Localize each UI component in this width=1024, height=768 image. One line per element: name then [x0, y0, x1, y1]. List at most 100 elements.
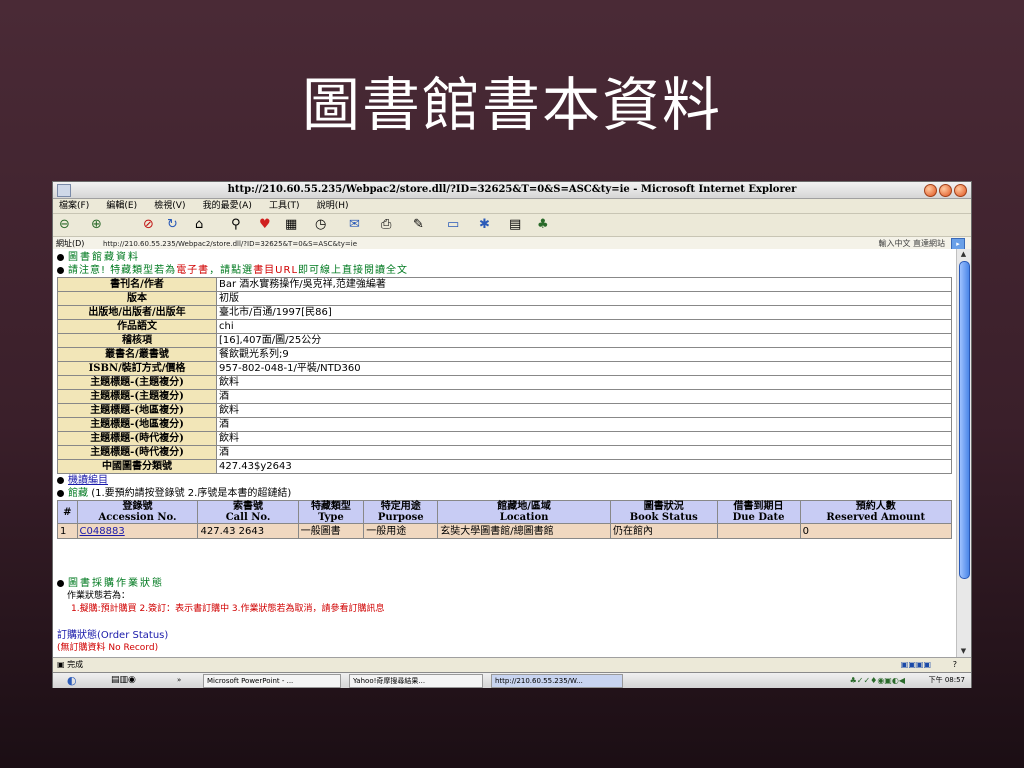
mail-icon[interactable]: ✉ [349, 218, 360, 232]
machine-catalog-link[interactable]: 機讀編目 [68, 475, 108, 486]
menu-help[interactable]: 說明(H) [317, 201, 349, 211]
record-label: ISBN/裝訂方式/價格 [57, 361, 217, 376]
status-bar: ▣ 完成 ▣▣▣▣ ? [53, 657, 971, 672]
record-value: 飲料 [216, 403, 952, 418]
table-row: 主題標題-(地區複分) 飲料 [57, 403, 952, 418]
vertical-scrollbar[interactable]: ▲ ▼ [956, 249, 971, 657]
record-value: 957-802-048-1/平裝/NTD360 [216, 361, 952, 376]
holdings-header-cell: 索書號 Call No. [197, 500, 299, 524]
record-value: 飲料 [216, 375, 952, 390]
clock: 下午 08:57 [928, 676, 965, 684]
table-row: 作品語文 chi [57, 319, 952, 334]
holdings-header-cell: 預約人數 Reserved Amount [799, 500, 953, 524]
page-icon: ▣ [57, 660, 65, 669]
record-value: 臺北市/百通/1997[民86] [216, 305, 952, 320]
favorites-icon[interactable]: ♥ [259, 218, 271, 232]
task-ie[interactable]: http://210.60.55.235/W... [491, 674, 623, 688]
help-icon[interactable]: ? [953, 658, 957, 672]
record-value: [16],407面/圖/25公分 [216, 333, 952, 348]
holdings-header-cell: 館藏地/區域 Location [437, 500, 611, 524]
record-label: 主題標題-(主題複分) [57, 375, 217, 390]
research-icon[interactable]: ▤ [509, 218, 521, 232]
cell-purpose: 一般用途 [363, 523, 439, 539]
print-icon[interactable]: ⎙ [381, 218, 391, 232]
search-icon[interactable]: ⚲ [231, 218, 241, 232]
accession-link[interactable]: C048883 [80, 526, 125, 537]
holdings-header-cell: 特藏類型 Type [297, 500, 365, 524]
bullet-icon [57, 579, 64, 587]
bullet-icon [57, 266, 64, 274]
table-row: 主題標題-(時代複分) 飲料 [57, 431, 952, 446]
cell-type: 一般圖書 [297, 523, 365, 539]
stop-icon[interactable]: ⊘ [143, 218, 154, 232]
order-section: 訂購狀態(Order Status) (無訂購資料 No Record) [57, 629, 168, 655]
media-icon[interactable]: ▦ [285, 218, 297, 232]
ime-status-icon[interactable]: ▣▣▣▣ [901, 658, 931, 672]
tray-icon[interactable]: ♣✓✓♦◉▣◐◀ [850, 673, 905, 688]
close-icon[interactable] [954, 184, 967, 197]
heading: 圖書館藏資料 [53, 251, 957, 264]
table-row: 出版地/出版者/出版年 臺北市/百通/1997[民86] [57, 305, 952, 320]
table-row: 主題標題-(時代複分) 酒 [57, 445, 952, 460]
edit-icon[interactable]: ✎ [413, 218, 424, 232]
bullet-icon [57, 489, 64, 497]
cell-due [716, 523, 801, 539]
menu-tools[interactable]: 工具(T) [269, 201, 300, 211]
page-content: 圖書館藏資料 請注意! 特藏類型若為電子書，請點選書目URL即可線上直接閱讀全文… [53, 249, 957, 657]
maximize-icon[interactable] [939, 184, 952, 197]
back-icon[interactable]: ⊖ [59, 218, 70, 232]
purchase-intro: 作業狀態若為： [67, 591, 131, 601]
window-titlebar: http://210.60.55.235/Webpac2/store.dll/?… [53, 182, 971, 199]
menu-favorites[interactable]: 我的最愛(A) [203, 201, 252, 211]
task-yahoo[interactable]: Yahoo!奇摩搜尋結果... [349, 674, 483, 688]
record-value: 427.43$y2643 [216, 459, 952, 474]
scroll-up-icon[interactable]: ▲ [959, 250, 968, 259]
minimize-icon[interactable] [924, 184, 937, 197]
record-value: chi [216, 319, 952, 334]
record-label: 中國圖書分類號 [57, 459, 217, 474]
menu-view[interactable]: 檢視(V) [154, 201, 185, 211]
home-icon[interactable]: ⌂ [195, 218, 203, 232]
record-value: Bar 酒水實務操作/吳克祥,范建強編著 [216, 277, 952, 292]
messenger-icon[interactable]: ✱ [479, 218, 490, 232]
holdings-table: # 登錄號 Accession No. 索書號 Call No. 特藏類型 Type 特定用途… [57, 500, 953, 539]
record-value: 飲料 [216, 431, 952, 446]
task-powerpoint[interactable]: Microsoft PowerPoint - ... [203, 674, 341, 688]
history-icon[interactable]: ◷ [315, 218, 326, 232]
holdings-heading: 館藏 (1.要預約請按登錄號 2.序號是本書的超鏈結) [53, 487, 957, 500]
record-table: 書刊名/作者 Bar 酒水實務操作/吳克祥,范建強編著 版本 初版 出版地/出版者/出版… [57, 277, 952, 474]
record-label: 叢書名/叢書號 [57, 347, 217, 362]
holdings-header-cell: 登錄號 Accession No. [76, 500, 199, 524]
record-label: 稽核項 [57, 333, 217, 348]
holdings-header-row: # 登錄號 Accession No. 索書號 Call No. 特藏類型 Type 特定用途… [57, 500, 953, 524]
scroll-down-icon[interactable]: ▼ [959, 647, 968, 656]
more-icon[interactable]: » [177, 673, 181, 688]
no-record: (無訂購資料 No Record) [57, 643, 159, 653]
table-row: 主題標題-(主題複分) 飲料 [57, 375, 952, 390]
record-value: 酒 [216, 445, 952, 460]
record-label: 版本 [57, 291, 217, 306]
menu-file[interactable]: 檔案(F) [59, 201, 89, 211]
table-row: 主題標題-(主題複分) 酒 [57, 389, 952, 404]
cell-reserved: 0 [799, 523, 953, 539]
record-label: 主題標題-(地區複分) [57, 403, 217, 418]
menu-edit[interactable]: 編輯(E) [106, 201, 137, 211]
table-row: 稽核項 [16],407面/圖/25公分 [57, 333, 952, 348]
tool-icon[interactable]: ♣ [537, 218, 549, 232]
record-value: 餐飲觀光系列;9 [216, 347, 952, 362]
refresh-icon[interactable]: ↻ [167, 218, 178, 232]
scroll-thumb[interactable] [959, 261, 970, 579]
table-row: 1 C048883 427.43 2643 一般圖書 一般用途 玄奘大學圖書館/… [57, 523, 953, 539]
record-label: 主題標題-(主題複分) [57, 389, 217, 404]
status-text: 完成 [67, 660, 84, 669]
quicklaunch-icon[interactable]: ▤▥◉ [111, 673, 136, 688]
record-label: 書刊名/作者 [57, 277, 217, 292]
discuss-icon[interactable]: ▭ [447, 218, 459, 232]
record-label: 作品語文 [57, 319, 217, 334]
table-row: ISBN/裝訂方式/價格 957-802-048-1/平裝/NTD360 [57, 361, 952, 376]
record-value: 酒 [216, 389, 952, 404]
start-icon[interactable]: ◐ [67, 673, 77, 688]
forward-icon[interactable]: ⊕ [91, 218, 102, 232]
bullet-icon [57, 253, 64, 261]
order-status[interactable]: 訂購狀態(Order Status) [57, 629, 168, 642]
